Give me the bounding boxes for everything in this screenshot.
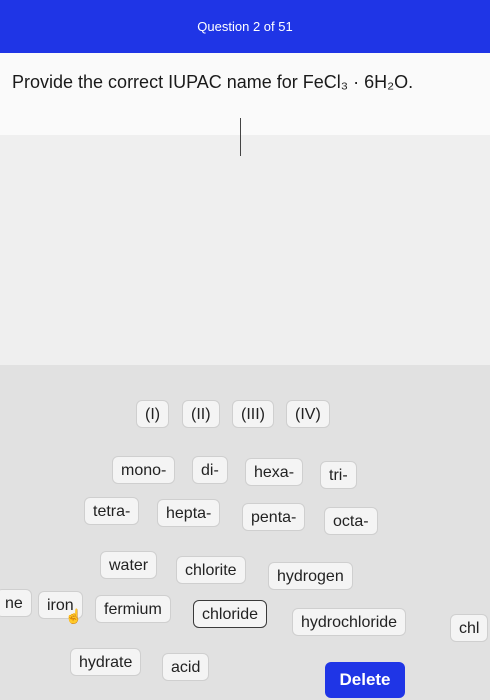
delete-button[interactable]: Delete [325,662,405,698]
tile-prefix-tri[interactable]: tri- [320,461,357,489]
tile-word-chloride[interactable]: chloride [193,600,268,628]
tile-prefix-octa[interactable]: octa- [324,507,378,535]
tile-word-hydrate[interactable]: hydrate [70,648,142,676]
tile-prefix-penta[interactable]: penta- [242,503,306,531]
tile-word-acid[interactable]: acid [162,653,210,681]
question-text: Provide the correct IUPAC name for FeCl₃… [12,72,414,92]
tile-prefix-hexa[interactable]: hexa- [245,458,304,486]
tile-prefix-tetra[interactable]: tetra- [84,497,140,525]
tile-word-hydrochloride[interactable]: hydrochloride [292,608,407,636]
tile-prefix-di[interactable]: di- [192,456,228,484]
tile-word-chlorite[interactable]: chlorite [176,556,246,584]
tile-roman-3[interactable]: (III) [232,400,274,428]
tile-word-water[interactable]: water [100,551,158,579]
tile-prefix-hepta[interactable]: hepta- [157,499,221,527]
question-counter: Question 2 of 51 [197,19,293,34]
text-cursor [240,118,241,156]
question-panel [0,53,490,135]
tile-word-hydrogen[interactable]: hydrogen [268,562,353,590]
tile-word-fermium[interactable]: fermium [95,595,171,623]
tile-roman-4[interactable]: (IV) [286,400,330,428]
header-bar: Question 2 of 51 [0,0,490,53]
hand-pointer-icon: ☝ [65,608,83,624]
tile-word-ne[interactable]: ne [0,589,32,617]
tile-word-chl[interactable]: chl [450,614,489,642]
tile-roman-1[interactable]: (I) [136,400,170,428]
answer-field[interactable] [0,135,490,365]
tile-prefix-mono[interactable]: mono- [112,456,176,484]
tile-roman-2[interactable]: (II) [182,400,220,428]
